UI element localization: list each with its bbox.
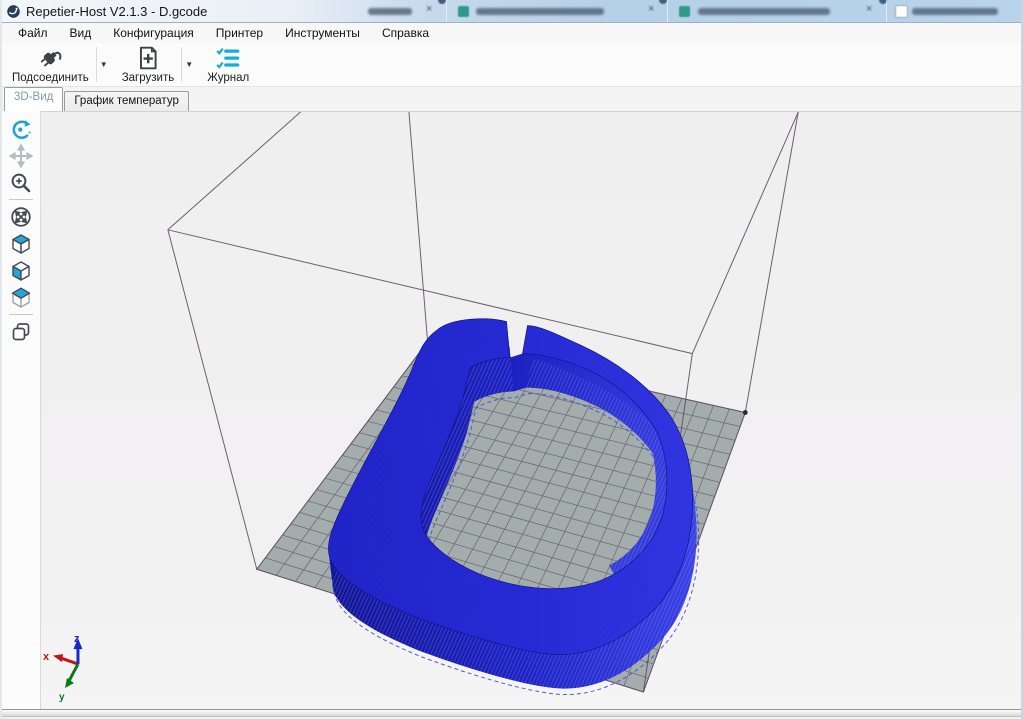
menu-help[interactable]: Справка — [371, 24, 440, 42]
tab-3d-view[interactable]: 3D-Вид — [4, 87, 63, 111]
connect-dropdown-arrow[interactable]: ▼ — [98, 43, 110, 86]
cube-top-icon — [9, 286, 33, 310]
toolbar-separator — [96, 47, 97, 82]
axis-y-label: y — [59, 692, 65, 703]
toolbar: Подсоединить ▼ Загрузить ▼ — [2, 43, 1021, 87]
plug-icon — [37, 45, 63, 71]
move-tool-button[interactable] — [5, 142, 37, 169]
menubar: Файл Вид Конфигурация Принтер Инструмент… — [2, 23, 1021, 43]
move-icon — [9, 144, 33, 168]
menu-config[interactable]: Конфигурация — [102, 24, 205, 42]
view-toolbar — [2, 111, 41, 709]
load-file-icon — [135, 45, 161, 71]
background-tab-close-icon: × — [866, 3, 872, 15]
magnifier-plus-icon — [9, 171, 33, 195]
log-checklist-icon — [215, 45, 242, 71]
toolbar-separator — [181, 47, 182, 82]
tab-temperature-graph[interactable]: График температур — [64, 91, 189, 111]
load-button[interactable]: Загрузить — [116, 43, 181, 86]
menu-printer[interactable]: Принтер — [205, 24, 274, 42]
background-tab-separator — [667, 0, 668, 22]
window-title: Repetier-Host V2.1.3 - D.gcode — [26, 4, 207, 19]
3d-viewport[interactable]: x z y — [41, 111, 1021, 709]
bottom-splitter[interactable] — [2, 709, 1021, 716]
connect-button[interactable]: Подсоединить — [6, 43, 95, 86]
repetier-host-window: × × × Repetier-Host V2.1.3 - D.gcode Фай… — [0, 0, 1024, 719]
background-tab-favicon — [679, 6, 690, 17]
copy-objects-button[interactable] — [5, 318, 37, 345]
background-tab-favicon — [895, 5, 908, 18]
background-browser-tab — [912, 8, 998, 15]
rotate-icon — [9, 117, 33, 141]
background-tab-separator — [446, 0, 447, 22]
background-browser-tab — [698, 8, 830, 15]
background-tab-notch — [438, 0, 446, 4]
load-dropdown-arrow[interactable]: ▼ — [183, 43, 195, 86]
connect-label: Подсоединить — [12, 72, 89, 84]
cube-isometric-icon — [9, 232, 33, 256]
fit-view-icon — [9, 205, 33, 229]
sidebar-separator — [9, 314, 33, 315]
background-tab-close-icon: × — [426, 3, 432, 15]
zoom-tool-button[interactable] — [5, 169, 37, 196]
menu-file[interactable]: Файл — [7, 24, 59, 42]
top-view-button[interactable] — [5, 284, 37, 311]
background-tab-close-icon: × — [648, 3, 654, 15]
background-tab-notch — [659, 0, 667, 4]
titlebar: × × × Repetier-Host V2.1.3 - D.gcode — [2, 0, 1021, 23]
front-view-button[interactable] — [5, 257, 37, 284]
log-label: Журнал — [207, 72, 249, 84]
app-icon — [6, 4, 21, 19]
axis-x-label: x — [43, 651, 50, 663]
rotate-tool-button[interactable] — [5, 115, 37, 142]
load-label: Загрузить — [122, 72, 175, 84]
copy-objects-icon — [9, 320, 33, 344]
background-browser-tab — [476, 8, 604, 15]
bed-origin-dot — [743, 410, 748, 415]
menu-tools[interactable]: Инструменты — [274, 24, 371, 42]
fit-view-button[interactable] — [5, 203, 37, 230]
isometric-view-button[interactable] — [5, 230, 37, 257]
background-tab-favicon — [458, 6, 469, 17]
menu-view[interactable]: Вид — [59, 24, 103, 42]
3d-scene[interactable]: x z y — [41, 112, 1021, 709]
background-browser-tab — [368, 8, 412, 15]
axis-z-label: z — [74, 633, 80, 645]
cube-front-icon — [9, 259, 33, 283]
log-button[interactable]: Журнал — [201, 43, 255, 86]
tabbar: 3D-Вид График температур — [2, 87, 1021, 111]
sidebar-separator — [9, 199, 33, 200]
background-tab-separator — [886, 0, 887, 22]
